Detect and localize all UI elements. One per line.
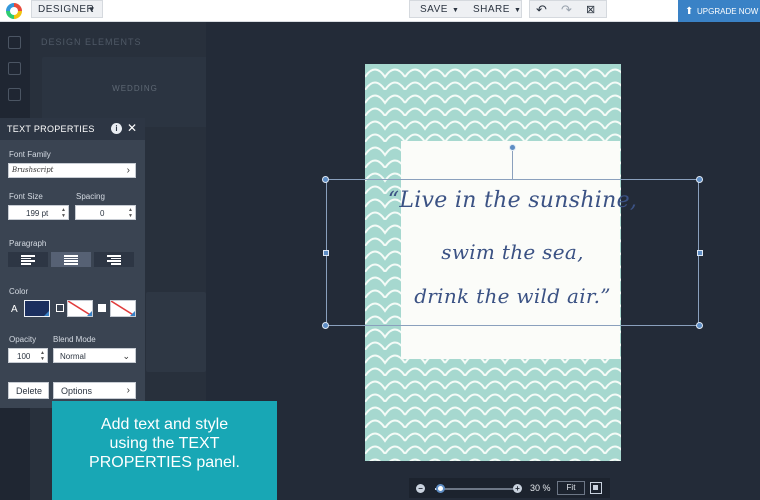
grid-icon[interactable] [8, 88, 21, 101]
font-size-label: Font Size [9, 192, 43, 201]
app-logo-icon[interactable] [6, 3, 22, 19]
options-label: Options [61, 386, 93, 396]
save-button[interactable]: SAVE ▼ [420, 4, 459, 15]
opacity-input[interactable]: 100 ▲ ▼ [8, 348, 48, 363]
chevron-down-icon: ⌄ [122, 351, 130, 361]
swatch-corner-icon [87, 311, 92, 316]
tutorial-callout: Add text and style using the TEXT PROPER… [52, 401, 277, 500]
redo-icon[interactable]: ↷ [561, 2, 572, 18]
chevron-right-icon: › [126, 385, 130, 396]
zoom-percentage: 30 % [530, 483, 551, 493]
zoom-out-icon[interactable]: − [416, 484, 425, 493]
spacing-value: 0 [100, 209, 105, 218]
rotation-line [512, 149, 513, 179]
zoom-slider-track[interactable] [435, 488, 516, 490]
delete-button[interactable]: Delete [8, 382, 49, 399]
fit-button[interactable]: Fit [557, 481, 585, 495]
upgrade-label: UPGRADE NOW [697, 7, 759, 16]
undo-icon[interactable]: ↶ [536, 2, 547, 18]
share-button[interactable]: SHARE ▼ [473, 4, 521, 15]
blend-mode-value: Normal [60, 352, 86, 361]
resize-handle-left[interactable] [323, 250, 329, 256]
layout-icon[interactable] [8, 36, 21, 49]
element-tile[interactable] [146, 292, 206, 372]
align-left-icon [21, 255, 35, 265]
text-properties-header: TEXT PROPERTIES i ✕ [0, 118, 145, 140]
save-share-group: SAVE ▼ SHARE ▼ [409, 0, 522, 18]
paragraph-label: Paragraph [9, 239, 47, 248]
stepper-icon[interactable]: ▲ ▼ [61, 207, 66, 219]
blend-mode-select[interactable]: Normal ⌄ [53, 348, 136, 363]
stepper-icon[interactable]: ▲ ▼ [128, 207, 133, 219]
background-color-swatch[interactable] [110, 300, 136, 317]
swatch-corner-icon [130, 311, 135, 316]
font-size-input[interactable]: 199 pt ▲ ▼ [8, 205, 69, 220]
text-color-swatch[interactable] [24, 300, 50, 317]
opacity-value: 100 [17, 352, 31, 361]
align-center-icon [64, 255, 78, 265]
upgrade-icon: ⬆ [685, 6, 694, 17]
resize-handle-top-left[interactable] [322, 176, 329, 183]
fullscreen-icon[interactable] [590, 482, 602, 494]
font-size-value: 199 pt [26, 209, 49, 218]
resize-handle-right[interactable] [697, 250, 703, 256]
spacing-label: Spacing [76, 192, 105, 201]
chevron-down-icon: ▼ [451, 7, 460, 14]
mode-select[interactable]: DESIGNER ▼ [31, 0, 103, 18]
swatch-corner-icon [44, 311, 49, 316]
callout-line-3: PROPERTIES panel. [89, 454, 240, 471]
color-label: Color [9, 287, 29, 296]
callout-line-2: using the TEXT [109, 435, 220, 452]
opacity-label: Opacity [9, 335, 37, 344]
stroke-color-icon [56, 304, 64, 312]
close-document-icon[interactable]: ⊠ [586, 3, 595, 16]
rotate-handle[interactable] [509, 144, 516, 151]
zoom-bar: − + 30 % Fit [409, 478, 610, 498]
zoom-in-icon[interactable]: + [513, 484, 522, 493]
font-family-label: Font Family [9, 150, 51, 159]
background-color-icon [98, 304, 106, 312]
stroke-color-swatch[interactable] [67, 300, 93, 317]
info-icon[interactable]: i [111, 123, 122, 134]
chevron-down-icon: ▼ [87, 5, 96, 14]
resize-handle-bottom-left[interactable] [322, 322, 329, 329]
element-tile[interactable]: WEDDING [42, 57, 228, 127]
text-properties-title: TEXT PROPERTIES [7, 124, 95, 134]
blend-mode-label: Blend Mode [53, 335, 96, 344]
close-icon[interactable]: ✕ [127, 121, 137, 135]
align-center-button[interactable] [51, 252, 91, 267]
tile-label: WEDDING [112, 84, 158, 93]
chevron-down-icon: ▼ [513, 7, 522, 14]
font-family-select[interactable]: Brushscript › [8, 163, 136, 178]
align-right-icon [107, 255, 121, 265]
align-left-button[interactable] [8, 252, 48, 267]
top-bar: DESIGNER ▼ SAVE ▼ SHARE ▼ ↶ ↷ ⊠ ⬆ UPGRADE … [0, 0, 760, 25]
chevron-right-icon: › [126, 165, 130, 176]
design-elements-title: DESIGN ELEMENTS [41, 37, 142, 47]
spacing-input[interactable]: 0 ▲ ▼ [75, 205, 136, 220]
align-right-button[interactable] [94, 252, 134, 267]
mode-label: DESIGNER [38, 4, 95, 15]
save-label: SAVE [420, 4, 448, 15]
options-button[interactable]: Options › [53, 382, 136, 399]
stepper-icon[interactable]: ▲ ▼ [40, 350, 45, 362]
font-family-preview: Brushscript [12, 166, 54, 174]
folder-icon[interactable] [8, 62, 21, 75]
delete-label: Delete [16, 386, 43, 396]
text-color-glyph: A [11, 304, 18, 315]
history-group: ↶ ↷ ⊠ [529, 0, 607, 18]
selection-box[interactable] [326, 179, 699, 326]
share-label: SHARE [473, 4, 510, 15]
zoom-slider-handle[interactable] [436, 484, 445, 493]
resize-handle-top-right[interactable] [696, 176, 703, 183]
resize-handle-bottom-right[interactable] [696, 322, 703, 329]
callout-line-1: Add text and style [100, 416, 229, 433]
